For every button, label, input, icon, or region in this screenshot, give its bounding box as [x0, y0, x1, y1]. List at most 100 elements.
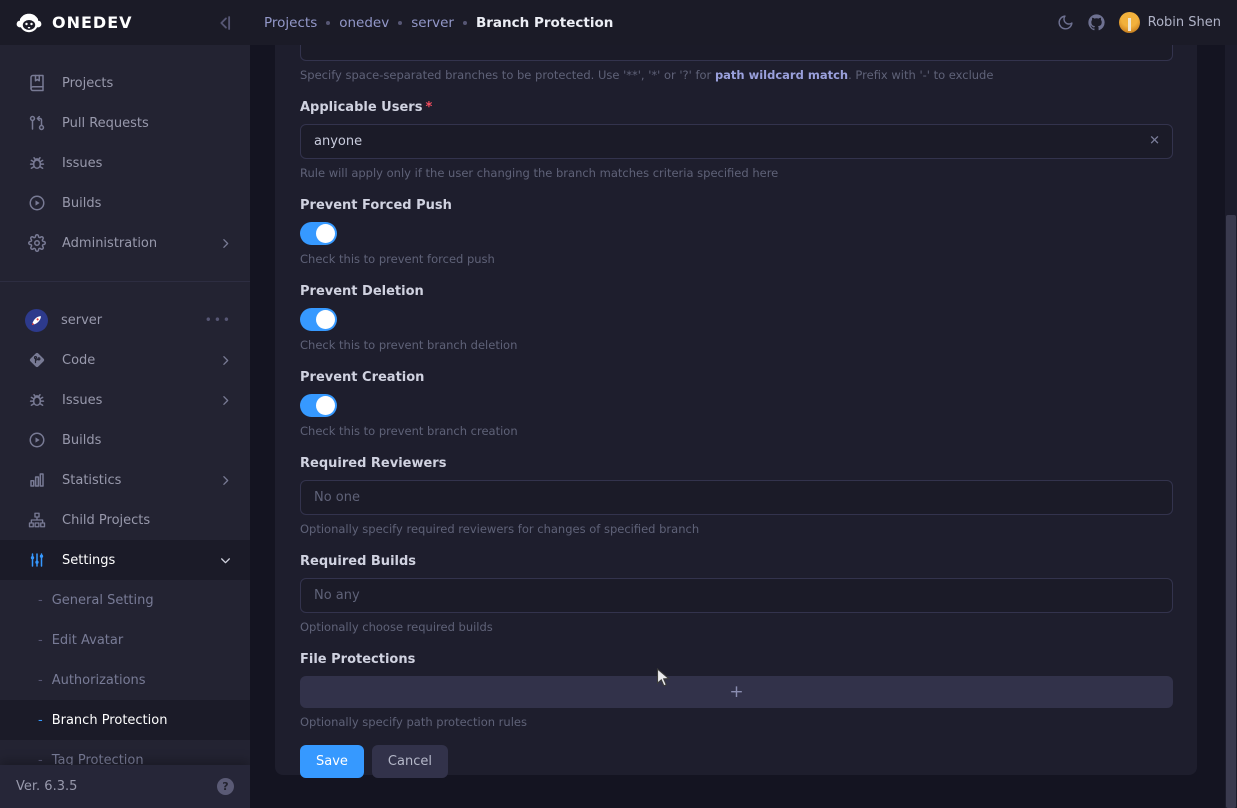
sidebar-item-administration[interactable]: Administration [0, 223, 250, 263]
toggle-knob [316, 224, 335, 243]
sidebar-item-child-projects[interactable]: Child Projects [0, 500, 250, 540]
save-button[interactable]: Save [300, 745, 364, 778]
sidebar-item-label: Code [62, 353, 219, 368]
applicable-users-input[interactable] [300, 124, 1173, 159]
sidebar-item-label: Issues [62, 393, 219, 408]
file-protections-label: File Protections [300, 652, 1173, 667]
subitem-label: Branch Protection [52, 713, 168, 728]
sidebar-item-label: Statistics [62, 473, 219, 488]
toggle-knob [316, 310, 335, 329]
sidebar-item-issues[interactable]: Issues [0, 143, 250, 183]
sidebar-item-project-builds[interactable]: Builds [0, 420, 250, 460]
user-avatar [1119, 12, 1140, 33]
sidebar-item-label: Projects [62, 76, 232, 91]
sidebar-subitem-general-setting[interactable]: - General Setting [0, 580, 250, 620]
sidebar-item-label: Issues [62, 156, 232, 171]
prevent-deletion-help: Check this to prevent branch deletion [300, 338, 1173, 352]
sidebar-item-statistics[interactable]: Statistics [0, 460, 250, 500]
sidebar-subitem-edit-avatar[interactable]: - Edit Avatar [0, 620, 250, 660]
top-header: ONEDEV Projects onedev server Branch Pro… [0, 0, 1237, 45]
code-icon [28, 351, 46, 369]
chevron-right-icon [219, 237, 232, 250]
onedev-logo-icon [16, 10, 42, 36]
path-wildcard-match-link[interactable]: path wildcard match [715, 68, 848, 82]
help-icon[interactable]: ? [217, 778, 234, 795]
prevent-deletion-toggle[interactable] [300, 308, 337, 331]
branches-help-text: Specify space-separated branches to be p… [300, 68, 715, 82]
chevron-right-icon [219, 354, 232, 367]
subitem-label: Authorizations [52, 673, 146, 688]
sidebar-subitem-branch-protection[interactable]: - Branch Protection [0, 700, 250, 740]
clear-icon[interactable]: ✕ [1149, 135, 1160, 148]
github-icon[interactable] [1088, 14, 1105, 31]
cancel-button[interactable]: Cancel [372, 745, 448, 778]
sidebar-item-label: Administration [62, 236, 219, 251]
branch-protection-form: Specify space-separated branches to be p… [275, 45, 1197, 775]
gear-icon [28, 234, 46, 252]
project-name: server [61, 313, 205, 328]
dark-mode-moon-icon[interactable] [1057, 14, 1074, 31]
required-reviewers-input[interactable] [300, 480, 1173, 515]
app-root: ONEDEV Projects onedev server Branch Pro… [0, 0, 1237, 808]
dash-bullet: - [38, 633, 43, 648]
sidebar-item-settings[interactable]: Settings [0, 540, 250, 580]
dash-bullet: - [38, 713, 43, 728]
sidebar-item-project-issues[interactable]: Issues [0, 380, 250, 420]
prevent-creation-help: Check this to prevent branch creation [300, 424, 1173, 438]
project-avatar-rocket-icon [25, 309, 48, 332]
bug-icon [28, 391, 46, 409]
chevron-right-icon [219, 474, 232, 487]
required-builds-input[interactable] [300, 578, 1173, 613]
toggle-knob [316, 396, 335, 415]
bug-icon [28, 154, 46, 172]
breadcrumb-server[interactable]: server [411, 15, 454, 31]
prevent-creation-toggle[interactable] [300, 394, 337, 417]
app-title: ONEDEV [52, 13, 214, 32]
subitem-label: General Setting [52, 593, 154, 608]
sidebar-footer: Ver. 6.3.5 ? [0, 765, 250, 808]
required-builds-help: Optionally choose required builds [300, 620, 1173, 634]
sidebar-project-header[interactable]: server ••• [0, 300, 250, 340]
breadcrumb-onedev[interactable]: onedev [339, 15, 389, 31]
sidebar-item-pull-requests[interactable]: Pull Requests [0, 103, 250, 143]
dash-bullet: - [38, 593, 43, 608]
sliders-icon [28, 551, 46, 569]
breadcrumb-projects[interactable]: Projects [264, 15, 317, 31]
sidebar-item-builds[interactable]: Builds [0, 183, 250, 223]
version-label: Ver. 6.3.5 [16, 779, 77, 794]
header-actions: Robin Shen [1057, 12, 1237, 33]
chevron-right-icon [219, 394, 232, 407]
sidebar-item-projects[interactable]: Projects [0, 63, 250, 103]
breadcrumb-separator [398, 21, 402, 25]
user-menu[interactable]: Robin Shen [1119, 12, 1221, 33]
breadcrumb: Projects onedev server Branch Protection [250, 15, 1057, 31]
applicable-users-label: Applicable Users* [300, 100, 1173, 115]
prevent-forced-push-toggle[interactable] [300, 222, 337, 245]
plus-icon: + [729, 682, 743, 702]
sidebar-subitem-authorizations[interactable]: - Authorizations [0, 660, 250, 700]
prevent-forced-push-help: Check this to prevent forced push [300, 252, 1173, 266]
logo-area: ONEDEV [0, 0, 250, 45]
play-circle-icon [28, 194, 46, 212]
page-scrollbar [1225, 45, 1237, 808]
sidebar-item-code[interactable]: Code [0, 340, 250, 380]
sidebar-item-label: Pull Requests [62, 116, 232, 131]
required-builds-label: Required Builds [300, 554, 1173, 569]
prevent-forced-push-label: Prevent Forced Push [300, 198, 1173, 213]
branches-input-partial[interactable] [300, 45, 1173, 61]
bar-chart-icon [28, 471, 46, 489]
branches-help-suffix: . Prefix with '-' to exclude [848, 68, 993, 82]
subitem-label: Edit Avatar [52, 633, 124, 648]
hierarchy-icon [28, 511, 46, 529]
sidebar-item-label: Builds [62, 433, 232, 448]
sidebar-item-label: Settings [62, 553, 219, 568]
ellipsis-icon[interactable]: ••• [205, 313, 232, 327]
play-circle-icon [28, 431, 46, 449]
add-file-protection-button[interactable]: + [300, 676, 1173, 708]
branches-help: Specify space-separated branches to be p… [300, 68, 1173, 82]
sidebar-collapse-icon[interactable] [214, 12, 236, 34]
user-name: Robin Shen [1148, 15, 1221, 30]
scrollbar-thumb[interactable] [1226, 215, 1236, 808]
applicable-users-help: Rule will apply only if the user changin… [300, 166, 1173, 180]
page-title: Branch Protection [476, 15, 613, 31]
